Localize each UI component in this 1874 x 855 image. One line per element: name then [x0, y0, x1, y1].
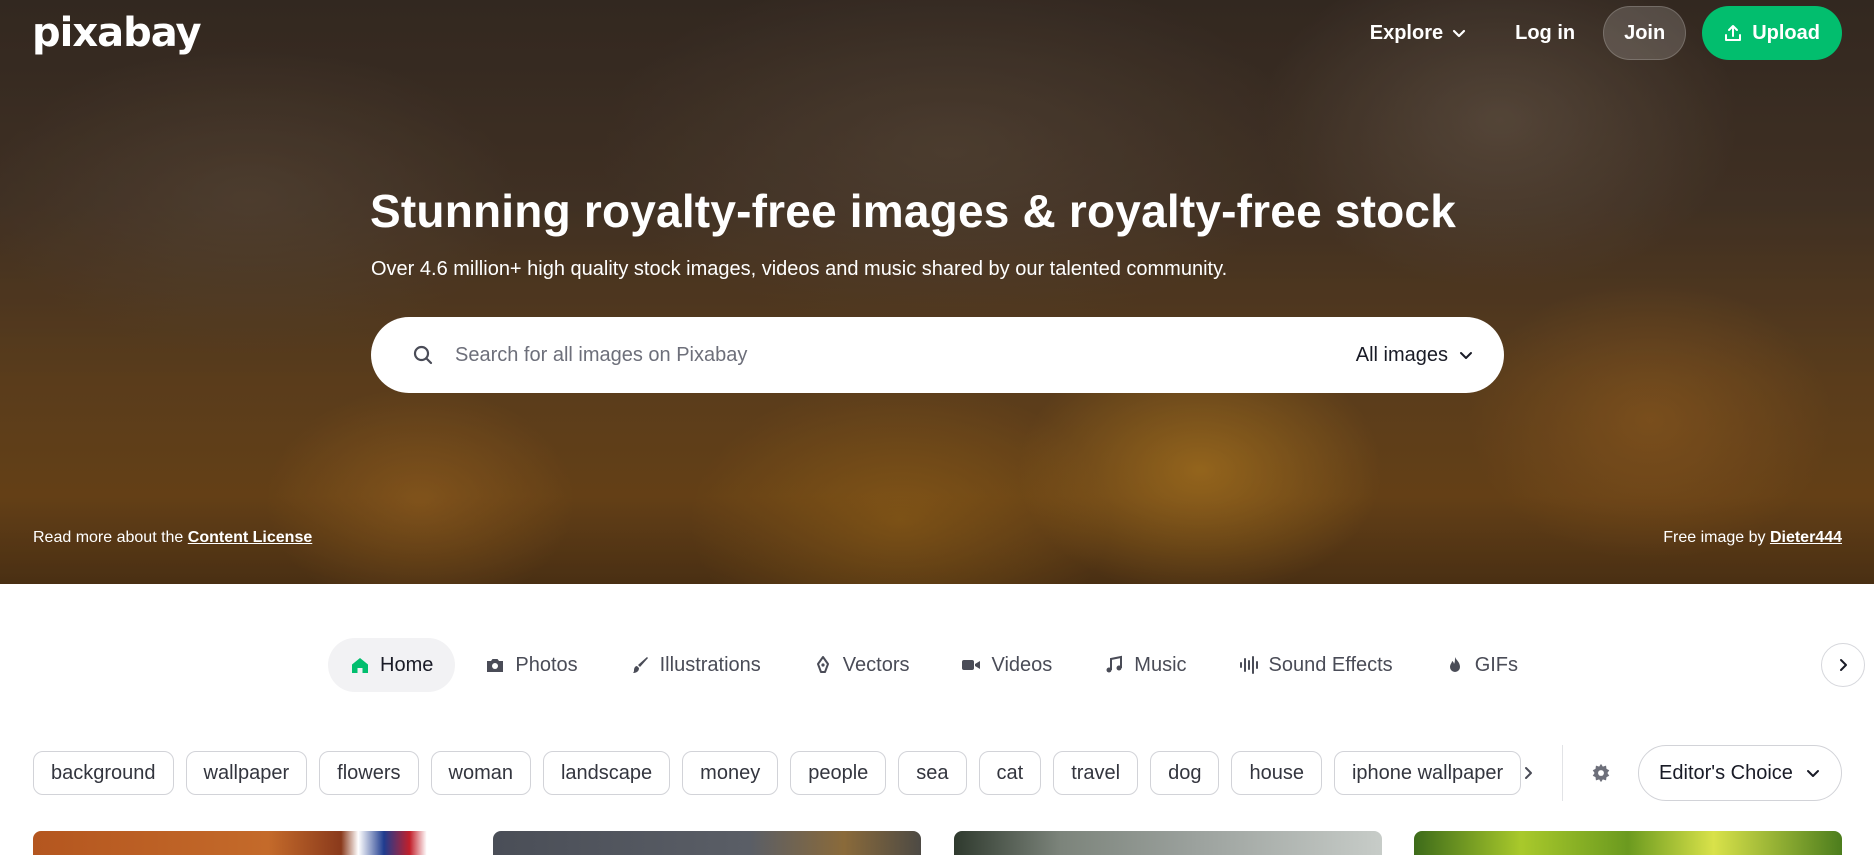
image-thumbnail[interactable] — [954, 831, 1382, 855]
sound-wave-icon — [1239, 656, 1258, 674]
tag-chip[interactable]: wallpaper — [185, 751, 308, 795]
search-type-label: All images — [1355, 343, 1448, 366]
pen-nib-icon — [816, 656, 829, 673]
image-author-link[interactable]: Dieter444 — [1770, 529, 1842, 546]
chevron-down-icon — [1453, 29, 1466, 38]
image-thumbnail[interactable] — [33, 831, 461, 855]
upload-button[interactable]: Upload — [1702, 6, 1842, 60]
search-input[interactable] — [455, 343, 1356, 367]
hero-subtitle: Over 4.6 million+ high quality stock ima… — [371, 258, 1228, 280]
chevron-right-icon — [1840, 659, 1847, 671]
content-license-note: Read more about the Content License — [33, 529, 312, 547]
search-type-dropdown[interactable]: All images — [1356, 344, 1474, 367]
tab-label: Vectors — [842, 653, 910, 676]
image-thumbnail[interactable] — [493, 831, 921, 855]
toolbar-divider — [1562, 745, 1563, 801]
tab-label: Home — [380, 653, 434, 676]
tab-home[interactable]: Home — [328, 638, 456, 692]
tab-gifs[interactable]: GIFs — [1423, 638, 1540, 692]
explore-label: Explore — [1369, 21, 1444, 44]
chevron-down-icon — [1460, 352, 1472, 359]
category-tabs: Home Photos Illustrations Vectors Videos… — [328, 638, 1540, 692]
content-license-link[interactable]: Content License — [188, 529, 312, 546]
image-thumbnail[interactable] — [1414, 831, 1842, 855]
explore-menu-button[interactable]: Explore — [1350, 6, 1487, 60]
content-license-prefix: Read more about the — [33, 529, 184, 546]
tab-label: GIFs — [1474, 653, 1519, 676]
hero-overlay — [0, 0, 1874, 584]
brush-icon — [632, 657, 648, 673]
tab-music[interactable]: Music — [1082, 638, 1208, 692]
hero-title: Stunning royalty-free images & royalty-f… — [370, 185, 1456, 237]
tag-chip[interactable]: flowers — [319, 751, 419, 795]
tab-vectors[interactable]: Vectors — [791, 638, 932, 692]
camera-icon — [487, 659, 504, 672]
tag-chip[interactable]: house — [1231, 751, 1322, 795]
tag-chip[interactable]: background — [33, 751, 174, 795]
upload-icon — [1725, 25, 1742, 41]
home-icon — [352, 658, 368, 673]
tab-label: Photos — [515, 653, 578, 676]
chevron-down-icon — [1806, 770, 1819, 777]
join-button[interactable]: Join — [1603, 6, 1687, 60]
tags-scroll-next-button[interactable] — [1512, 751, 1544, 795]
gear-icon — [1592, 763, 1610, 783]
tabs-scroll-next-button[interactable] — [1821, 643, 1865, 687]
tab-label: Sound Effects — [1268, 653, 1393, 676]
tag-chip[interactable]: dog — [1150, 751, 1220, 795]
search-icon[interactable] — [411, 343, 435, 367]
tag-chip[interactable]: iphone wallpaper — [1333, 751, 1522, 795]
flame-icon — [1449, 657, 1460, 672]
tag-chip[interactable]: cat — [978, 751, 1042, 795]
popular-tags: background wallpaper flowers woman lands… — [33, 751, 1522, 795]
pixabay-logo[interactable]: pixabay — [32, 10, 202, 56]
image-credit-prefix: Free image by — [1663, 529, 1766, 546]
upload-label: Upload — [1752, 21, 1820, 44]
image-credit: Free image by Dieter444 — [1663, 529, 1842, 547]
hero-banner: pixabay Explore Log in Join Upload Stunn… — [0, 0, 1874, 584]
music-note-icon — [1106, 655, 1123, 673]
tab-photos[interactable]: Photos — [463, 638, 599, 692]
search-bar: All images — [371, 317, 1504, 393]
tag-chip[interactable]: woman — [430, 751, 531, 795]
tab-label: Illustrations — [659, 653, 761, 676]
tab-illustrations[interactable]: Illustrations — [608, 638, 783, 692]
login-link[interactable]: Log in — [1497, 6, 1593, 60]
tab-sound-effects[interactable]: Sound Effects — [1217, 638, 1415, 692]
tab-videos[interactable]: Videos — [939, 638, 1074, 692]
chevron-right-icon — [1525, 767, 1532, 779]
tag-chip[interactable]: sea — [898, 751, 967, 795]
top-navigation: Explore Log in Join Upload — [1350, 6, 1842, 60]
tag-chip[interactable]: landscape — [542, 751, 671, 795]
tab-label: Videos — [991, 653, 1053, 676]
tag-chip[interactable]: money — [682, 751, 779, 795]
sort-order-dropdown[interactable]: Editor's Choice — [1638, 745, 1842, 801]
tag-chip[interactable]: travel — [1053, 751, 1139, 795]
video-camera-icon — [962, 660, 981, 670]
sort-order-label: Editor's Choice — [1659, 761, 1793, 784]
tag-chip[interactable]: people — [790, 751, 887, 795]
filter-settings-button[interactable] — [1584, 756, 1618, 790]
tab-label: Music — [1134, 653, 1187, 676]
